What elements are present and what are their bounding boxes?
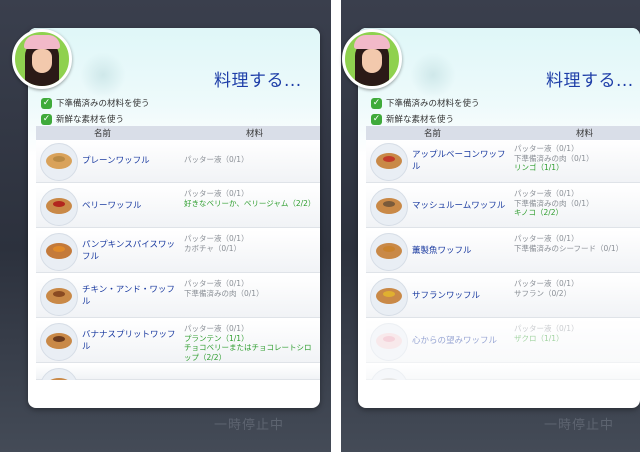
- waffle-dish-icon: [40, 323, 78, 361]
- option-fresh-ingredients[interactable]: ✓ 新鮮な素材を使う: [41, 112, 124, 126]
- recipe-list: アップルベーコンワッフル パッター液（0/1） 下準備済みの肉（0/1） リンゴ（1/…: [366, 140, 640, 380]
- recipe-ingredients: パッター液（0/1） プランテン（1/1） チョコベリーまたはチョコレートシロップ（…: [184, 324, 318, 362]
- waffle-dish-icon: [370, 278, 408, 316]
- recipe-name: ベリーワッフル: [82, 201, 142, 211]
- image-divider: [331, 0, 341, 452]
- panel-title: 料理する...: [546, 71, 634, 91]
- waffle-dish-icon: [370, 233, 408, 271]
- waffle-dish-icon: [370, 323, 408, 361]
- ingredient-line: チョコベリーまたはチョコレートシロップ（2/2）: [184, 343, 312, 362]
- column-name: 名前: [424, 129, 442, 139]
- recipe-row[interactable]: 心からの望みワッフル パッター液（0/1） ザクロ（1/1）: [366, 320, 640, 363]
- recipe-ingredients: パッター液（0/1） ザクロ（1/1）: [514, 324, 638, 343]
- recipe-row[interactable]: パンプキンスパイスワッフル パッター液（0/1） カボチャ（0/1）: [36, 230, 320, 273]
- recipe-name: アップルベーコン: [82, 365, 178, 380]
- ingredient-line: 下準備済みのシーフード（0/1）: [514, 243, 624, 253]
- ingredient-line: パッター液（0/1）: [184, 234, 249, 243]
- ingredient-line: パッター液（0/1）: [514, 144, 579, 153]
- panel-title: 料理する...: [214, 71, 302, 91]
- recipe-name: アップルベーコンワッフル: [412, 150, 506, 172]
- paused-label: 一時停止中: [214, 418, 285, 433]
- waffle-dish-icon: [40, 368, 78, 380]
- option-fresh-ingredients[interactable]: ✓ 新鮮な素材を使う: [371, 112, 454, 126]
- recipe-row[interactable]: アップルベーコンパッター液（0/1）: [36, 365, 320, 380]
- recipe-ingredients: パッター液（0/1） 下準備済みの肉（0/1） リンゴ（1/1）: [514, 144, 638, 173]
- recipe-row[interactable]: プレーンワッフル パッター液（0/1）: [36, 140, 320, 183]
- recipe-list: プレーンワッフル パッター液（0/1） ベリーワッフル パッター液（0/1） 好きなベリ…: [36, 140, 320, 380]
- ingredient-line: リンゴ（1/1）: [514, 163, 564, 172]
- recipe-row[interactable]: 薫製魚ワッフル パッター液（0/1） 下準備済みのシーフード（0/1）: [366, 230, 640, 273]
- leaf-emblem-icon: [80, 52, 126, 98]
- waffle-dish-icon: [370, 368, 408, 380]
- ingredient-line: パッター液（0/1）: [514, 234, 579, 243]
- recipe-ingredients: パッター液（0/1） サフラン（0/2）: [514, 279, 638, 298]
- recipe-name: プレーンワッフル: [82, 156, 150, 166]
- sim-avatar: [12, 29, 72, 89]
- ingredient-line: キノコ（2/2）: [514, 208, 564, 217]
- column-name: 名前: [94, 129, 112, 139]
- recipe-name: チキン・アンド・ワッフル: [82, 285, 175, 307]
- recipe-row[interactable]: アップルベーコンワッフル パッター液（0/1） 下準備済みの肉（0/1） リンゴ（1/…: [366, 140, 640, 183]
- leaf-emblem-icon: [410, 52, 456, 98]
- waffle-dish-icon: [40, 278, 78, 316]
- waffle-dish-icon: [370, 143, 408, 181]
- cook-panel-right: 料理する... ✓ 下準備済みの材料を使う ✓ 新鮮な素材を使う 名前 材料 ア…: [358, 28, 640, 408]
- recipe-name: サフランワッフル: [412, 291, 481, 301]
- recipe-row[interactable]: [366, 365, 640, 380]
- ingredient-line: 下準備済みの肉（0/1）: [514, 153, 594, 163]
- recipe-name: パンプキンスパイスワッフル: [82, 240, 175, 262]
- waffle-dish-icon: [40, 143, 78, 181]
- sim-avatar: [342, 29, 402, 89]
- checkbox-checked-icon[interactable]: ✓: [41, 113, 52, 125]
- column-header: 名前 材料: [36, 126, 320, 140]
- recipe-row[interactable]: サフランワッフル パッター液（0/1） サフラン（0/2）: [366, 275, 640, 318]
- recipe-ingredients: パッター液（0/1） 好きなベリーか、ベリージャム（2/2）: [184, 189, 318, 208]
- ingredient-line: パッター液（0/1）: [184, 189, 249, 198]
- checkbox-checked-icon[interactable]: ✓: [371, 113, 382, 125]
- option-label: 新鮮な素材を使う: [386, 115, 455, 125]
- ingredient-line: 下準備済みの肉（0/1）: [184, 288, 264, 298]
- option-label: 下準備済みの材料を使う: [56, 99, 150, 109]
- recipe-row[interactable]: バナナスプリットワッフル パッター液（0/1） プランテン（1/1） チョコベリーまた…: [36, 320, 320, 363]
- recipe-ingredients: パッター液（0/1） カボチャ（0/1）: [184, 234, 318, 253]
- recipe-ingredients: パッター液（0/1） 下準備済みの肉（0/1）: [184, 279, 318, 298]
- recipe-ingredients: パッター液（0/1） 下準備済みのシーフード（0/1）: [514, 234, 638, 253]
- recipe-name: マッシュルームワッフル: [412, 201, 506, 211]
- checkbox-checked-icon[interactable]: ✓: [371, 97, 382, 109]
- option-prepared-ingredients[interactable]: ✓ 下準備済みの材料を使う: [41, 96, 150, 110]
- ingredient-line: カボチャ（0/1）: [184, 243, 241, 253]
- ingredient-line: パッター液（0/1）: [184, 279, 249, 288]
- column-ingredients: 材料: [576, 129, 594, 139]
- ingredient-line: 下準備済みの肉（0/1）: [514, 198, 594, 208]
- ingredient-line: プランテン（1/1）: [184, 333, 249, 343]
- ingredient-line: パッター液（0/1）: [514, 279, 579, 288]
- checkbox-checked-icon[interactable]: ✓: [41, 97, 52, 109]
- recipe-row[interactable]: チキン・アンド・ワッフル パッター液（0/1） 下準備済みの肉（0/1）: [36, 275, 320, 318]
- waffle-dish-icon: [370, 188, 408, 226]
- column-ingredients: 材料: [246, 129, 264, 139]
- paused-label: 一時停止中: [544, 418, 615, 433]
- option-label: 新鮮な素材を使う: [56, 115, 125, 125]
- recipe-row[interactable]: ベリーワッフル パッター液（0/1） 好きなベリーか、ベリージャム（2/2）: [36, 185, 320, 228]
- column-header: 名前 材料: [366, 126, 640, 140]
- ingredient-line: パッター液（0/1）: [184, 324, 249, 333]
- ingredient-line: パッター液（0/1）: [184, 155, 249, 164]
- ingredient-line: パッター液（0/1）: [514, 189, 579, 198]
- recipe-ingredients: パッター液（0/1） 下準備済みの肉（0/1） キノコ（2/2）: [514, 189, 638, 218]
- cook-panel-left: 料理する... ✓ 下準備済みの材料を使う ✓ 新鮮な素材を使う 名前 材料 プ…: [28, 28, 320, 408]
- ingredient-line: 好きなベリーか、ベリージャム（2/2）: [184, 198, 316, 208]
- ingredient-line: サフラン（0/2）: [514, 288, 572, 298]
- recipe-ingredients: パッター液（0/1）: [184, 155, 318, 165]
- waffle-dish-icon: [40, 233, 78, 271]
- waffle-dish-icon: [40, 188, 78, 226]
- recipe-name: 薫製魚ワッフル: [412, 246, 472, 256]
- recipe-row[interactable]: マッシュルームワッフル パッター液（0/1） 下準備済みの肉（0/1） キノコ（2/2…: [366, 185, 640, 228]
- ingredient-line: パッター液（0/1）: [514, 324, 579, 333]
- recipe-name: [412, 365, 508, 380]
- option-label: 下準備済みの材料を使う: [386, 99, 480, 109]
- option-prepared-ingredients[interactable]: ✓ 下準備済みの材料を使う: [371, 96, 480, 110]
- recipe-name: 心からの望みワッフル: [412, 336, 498, 346]
- recipe-name: バナナスプリットワッフル: [82, 330, 176, 352]
- ingredient-line: ザクロ（1/1）: [514, 333, 564, 343]
